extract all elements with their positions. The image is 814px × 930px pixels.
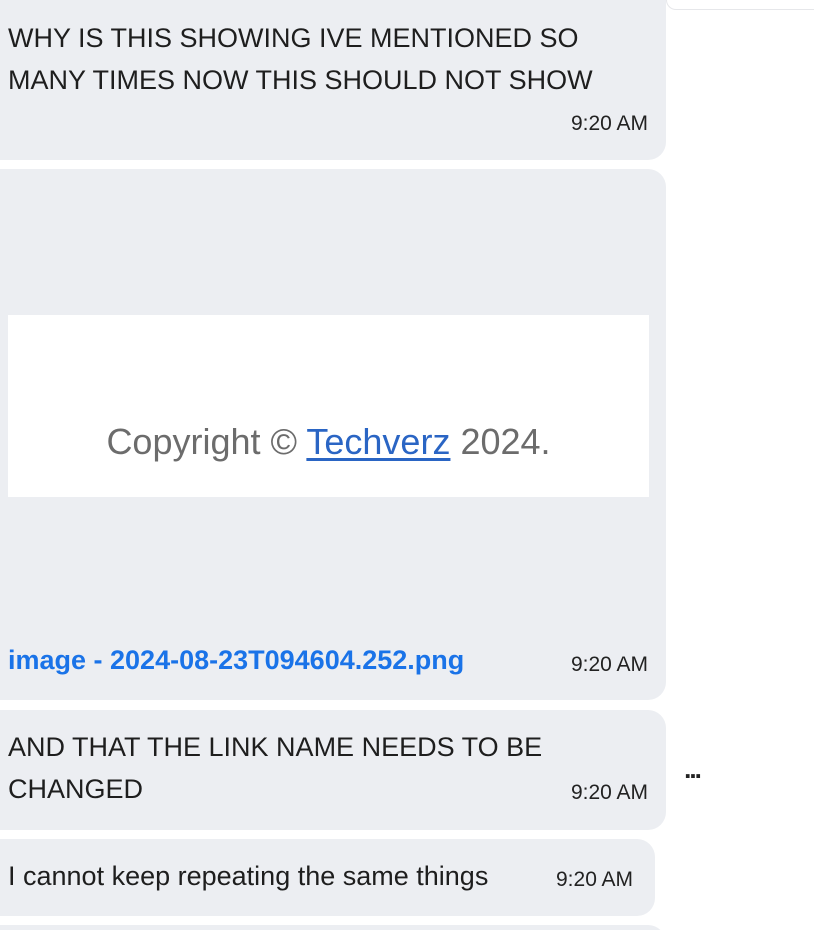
preview-year-text: 2024.	[450, 421, 551, 462]
message-bubble[interactable]: WHY IS THIS SHOWING IVE MENTIONED SO MAN…	[0, 0, 666, 160]
message-text: AND THAT THE LINK NAME NEEDS TO BE CHANG…	[8, 732, 543, 804]
preview-link-text: Techverz	[306, 421, 451, 462]
message-text: I cannot keep repeating the same things	[8, 861, 489, 891]
message-bubble[interactable]: I cannot keep repeating the same things …	[0, 839, 655, 916]
thread-edge-divider	[666, 0, 814, 10]
message-bubble-partial[interactable]	[0, 925, 666, 930]
image-preview-content: Copyright © Techverz 2024.	[8, 421, 649, 463]
image-message-bubble[interactable]: Copyright © Techverz 2024. image - 2024-…	[0, 169, 666, 700]
message-timestamp: 9:20 AM	[570, 112, 648, 135]
attachment-file-link[interactable]: image - 2024-08-23T094604.252.png	[8, 645, 464, 676]
more-options-icon[interactable]: ...	[672, 754, 712, 784]
message-timestamp: 9:20 AM	[570, 781, 648, 804]
chat-thread: WHY IS THIS SHOWING IVE MENTIONED SO MAN…	[0, 0, 814, 930]
message-bubble[interactable]: AND THAT THE LINK NAME NEEDS TO BE CHANG…	[0, 710, 666, 830]
message-timestamp: 9:20 AM	[556, 868, 634, 891]
message-timestamp: 9:20 AM	[570, 653, 648, 676]
preview-copyright-text: Copyright ©	[106, 421, 307, 462]
image-attachment-preview[interactable]: Copyright © Techverz 2024.	[8, 315, 649, 497]
message-text: WHY IS THIS SHOWING IVE MENTIONED SO MAN…	[8, 23, 593, 95]
